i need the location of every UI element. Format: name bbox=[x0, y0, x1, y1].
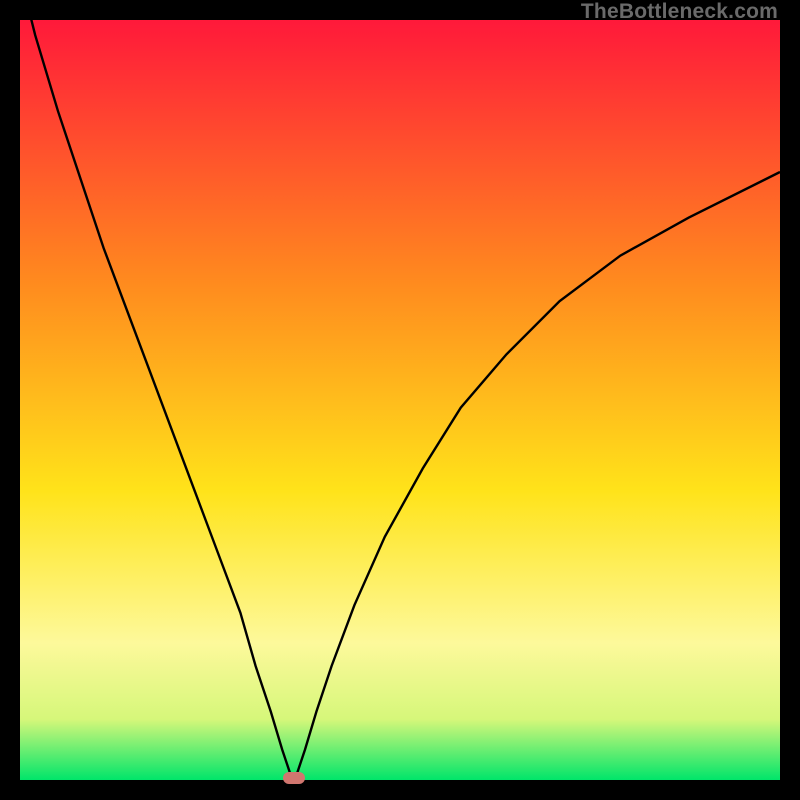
bottleneck-chart bbox=[20, 20, 780, 780]
watermark-text: TheBottleneck.com bbox=[581, 0, 778, 24]
gradient-background bbox=[20, 20, 780, 780]
minimum-marker bbox=[283, 772, 305, 784]
chart-frame bbox=[20, 20, 780, 780]
